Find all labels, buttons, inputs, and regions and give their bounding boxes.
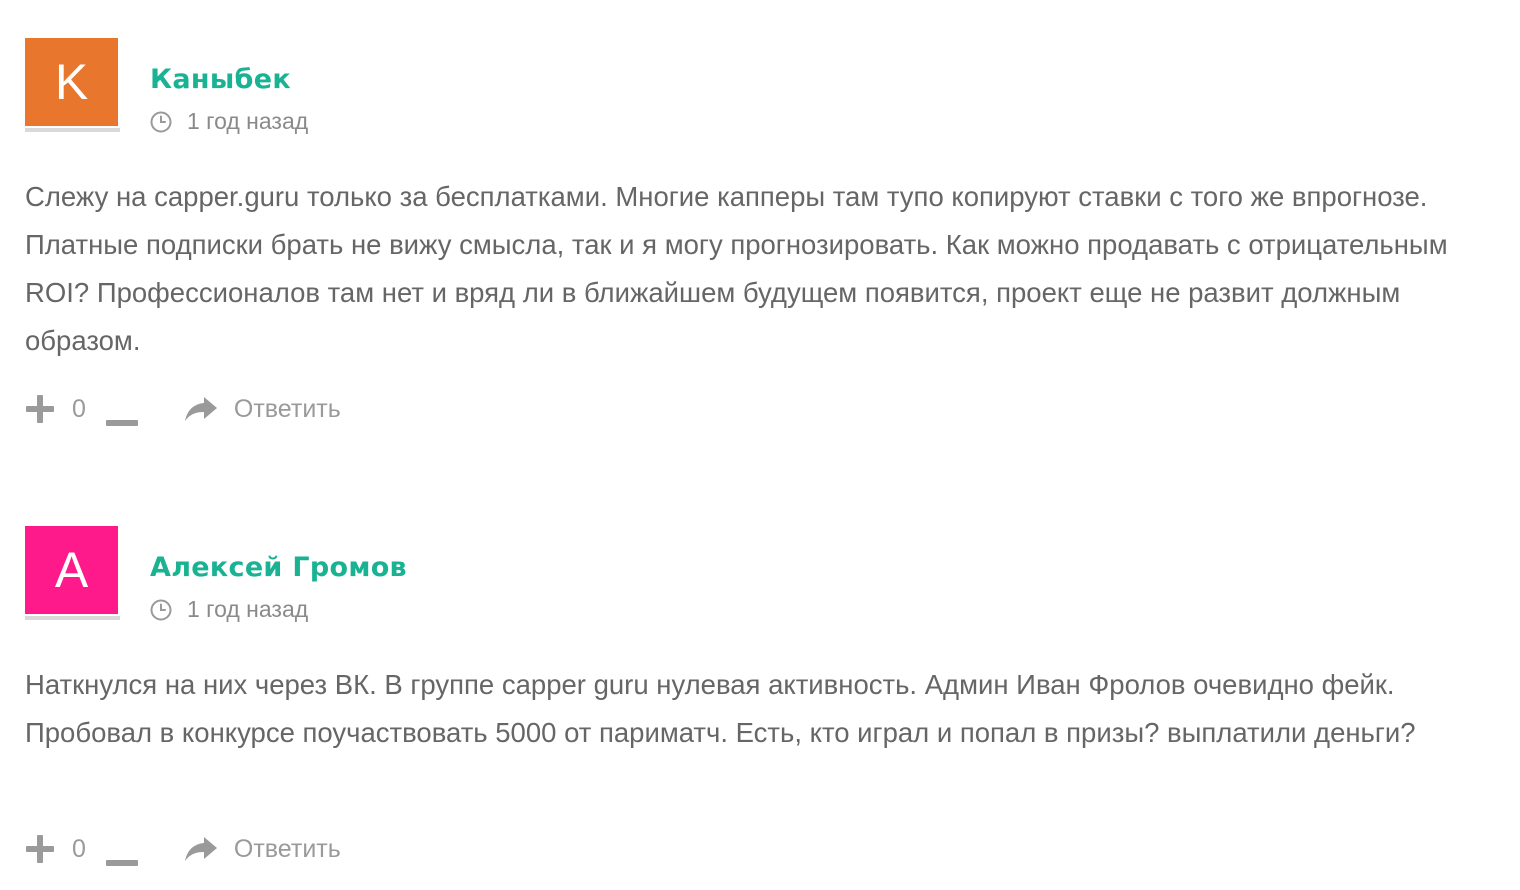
reply-button[interactable]: Ответить	[234, 835, 341, 864]
plus-icon[interactable]	[25, 834, 55, 864]
comment-actions: 0 Ответить	[25, 394, 341, 426]
comment-author[interactable]: Каныбек	[150, 64, 291, 95]
avatar-underline	[25, 128, 120, 132]
comment-time: 1 год назад	[187, 108, 309, 134]
avatar: A	[25, 526, 120, 620]
clock-icon	[150, 111, 172, 133]
avatar-letter: A	[25, 526, 118, 614]
comment-actions: 0 Ответить	[25, 834, 341, 866]
clock-icon	[150, 599, 172, 621]
vote-count: 0	[72, 834, 86, 863]
reply-button[interactable]: Ответить	[234, 395, 341, 424]
reply-arrow-icon[interactable]	[184, 396, 218, 422]
minus-icon[interactable]	[105, 845, 138, 866]
avatar-letter: K	[25, 38, 118, 126]
plus-icon[interactable]	[25, 394, 55, 424]
comment-text: Слежу на capper.guru только за бесплатка…	[25, 181, 1448, 356]
reply-arrow-icon[interactable]	[184, 836, 218, 862]
comment-author[interactable]: Алексей Громов	[150, 552, 407, 583]
comment-text: Наткнулся на них через ВК. В группе capp…	[25, 669, 1416, 748]
avatar-underline	[25, 616, 120, 620]
minus-icon[interactable]	[105, 405, 138, 426]
comment-time: 1 год назад	[187, 596, 309, 622]
comment-meta: 1 год назад	[150, 596, 308, 623]
avatar: K	[25, 38, 120, 132]
comment-meta: 1 год назад	[150, 108, 308, 135]
vote-count: 0	[72, 394, 86, 423]
